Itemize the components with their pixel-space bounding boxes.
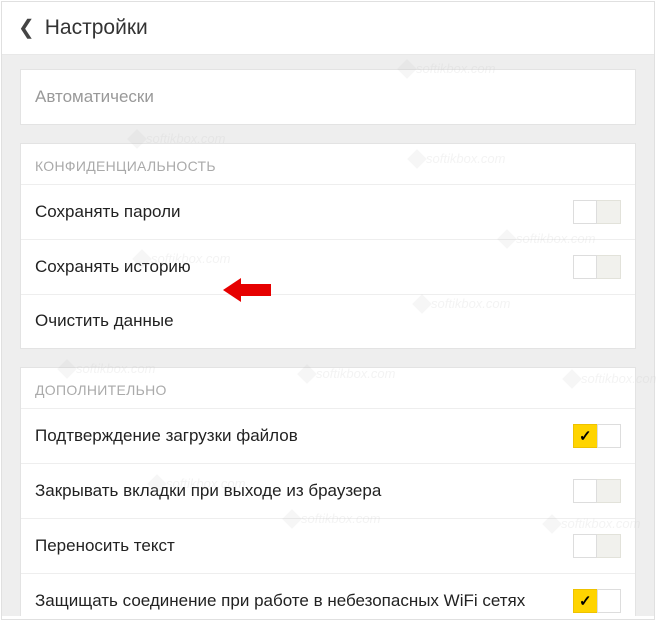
- toggle-save-passwords[interactable]: [573, 200, 621, 224]
- row-confirm-downloads[interactable]: Подтверждение загрузки файлов ✓: [21, 408, 635, 463]
- row-label-protect-wifi: Защищать соединение при работе в небезоп…: [35, 590, 573, 612]
- toggle-close-tabs-exit[interactable]: [573, 479, 621, 503]
- checkmark-icon: ✓: [579, 427, 592, 445]
- row-protect-wifi[interactable]: Защищать соединение при работе в небезоп…: [21, 573, 635, 616]
- checkmark-icon: ✓: [579, 592, 592, 610]
- toggle-knob-icon: [573, 255, 597, 279]
- page-title: Настройки: [45, 16, 148, 40]
- toggle-protect-wifi[interactable]: ✓: [573, 589, 621, 613]
- header-bar: ❮ Настройки: [2, 2, 654, 55]
- row-label-wrap-text: Переносить текст: [35, 535, 573, 557]
- back-icon[interactable]: ❮: [18, 18, 35, 38]
- row-save-passwords[interactable]: Сохранять пароли: [21, 184, 635, 239]
- toggle-knob-icon: [573, 534, 597, 558]
- row-label-save-history: Сохранять историю: [35, 256, 573, 278]
- toggle-confirm-downloads[interactable]: ✓: [573, 424, 621, 448]
- row-close-tabs-exit[interactable]: Закрывать вкладки при выходе из браузера: [21, 463, 635, 518]
- row-label-close-tabs-exit: Закрывать вкладки при выходе из браузера: [35, 480, 573, 502]
- toggle-wrap-text[interactable]: [573, 534, 621, 558]
- row-clear-data[interactable]: Очистить данные: [21, 294, 635, 348]
- section-additional: ДОПОЛНИТЕЛЬНО Подтверждение загрузки фай…: [20, 367, 636, 616]
- content-area: Автоматически КОНФИДЕНЦИАЛЬНОСТЬ Сохраня…: [2, 55, 654, 616]
- toggle-save-history[interactable]: [573, 255, 621, 279]
- row-label-automatic: Автоматически: [35, 86, 621, 108]
- row-label-confirm-downloads: Подтверждение загрузки файлов: [35, 425, 573, 447]
- section-top: Автоматически: [20, 69, 636, 125]
- row-label-clear-data: Очистить данные: [35, 310, 621, 332]
- section-privacy: КОНФИДЕНЦИАЛЬНОСТЬ Сохранять пароли Сохр…: [20, 143, 636, 349]
- row-save-history[interactable]: Сохранять историю: [21, 239, 635, 294]
- toggle-knob-icon: [597, 424, 621, 448]
- toggle-knob-icon: [597, 589, 621, 613]
- toggle-knob-icon: [573, 200, 597, 224]
- row-automatic[interactable]: Автоматически: [21, 70, 635, 124]
- settings-screen: ❮ Настройки Автоматически КОНФИДЕНЦИАЛЬН…: [1, 1, 655, 620]
- row-wrap-text[interactable]: Переносить текст: [21, 518, 635, 573]
- row-label-save-passwords: Сохранять пароли: [35, 201, 573, 223]
- section-header-additional: ДОПОЛНИТЕЛЬНО: [21, 368, 635, 408]
- section-header-privacy: КОНФИДЕНЦИАЛЬНОСТЬ: [21, 144, 635, 184]
- toggle-knob-icon: [573, 479, 597, 503]
